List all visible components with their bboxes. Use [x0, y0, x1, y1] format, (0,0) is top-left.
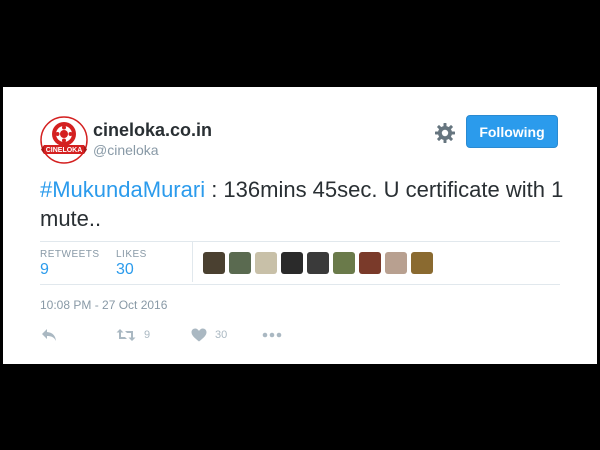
cineloka-logo-icon[interactable]: CINELOKA: [40, 116, 88, 164]
following-button[interactable]: Following: [466, 115, 558, 148]
liker-avatar-4[interactable]: [281, 252, 303, 274]
retweets-count[interactable]: 9: [40, 261, 49, 279]
liker-avatars: [203, 252, 433, 274]
reply-icon: [41, 328, 57, 342]
liker-avatar-6[interactable]: [333, 252, 355, 274]
display-name[interactable]: cineloka.co.in: [93, 120, 212, 141]
retweets-label: RETWEETS: [40, 249, 100, 260]
hashtag-link[interactable]: #MukundaMurari: [40, 177, 205, 202]
tweet-timestamp[interactable]: 10:08 PM - 27 Oct 2016: [40, 298, 167, 312]
retweet-count: 9: [144, 329, 151, 341]
more-icon: [262, 332, 282, 338]
liker-avatar-7[interactable]: [359, 252, 381, 274]
divider-bottom: [40, 284, 560, 285]
retweet-button[interactable]: 9: [116, 325, 150, 345]
heart-icon: [191, 328, 207, 342]
logo-wordmark: CINELOKA: [46, 147, 83, 154]
likes-count[interactable]: 30: [116, 261, 134, 279]
like-count: 30: [215, 329, 228, 341]
retweet-icon: [116, 328, 136, 342]
user-handle[interactable]: @cineloka: [93, 142, 159, 158]
gear-icon[interactable]: [433, 121, 457, 145]
liker-avatar-8[interactable]: [385, 252, 407, 274]
likes-label: LIKES: [116, 249, 147, 260]
liker-avatar-9[interactable]: [411, 252, 433, 274]
like-button[interactable]: 30: [191, 325, 227, 345]
reply-button[interactable]: [41, 325, 57, 345]
more-button[interactable]: [262, 325, 282, 345]
liker-avatar-5[interactable]: [307, 252, 329, 274]
stats-divider: [192, 242, 193, 282]
divider-top: [40, 241, 560, 242]
liker-avatar-2[interactable]: [229, 252, 251, 274]
tweet-text: #MukundaMurari : 136mins 45sec. U certif…: [40, 175, 580, 233]
tweet-card: CINELOKA cineloka.co.in @cineloka Follow…: [3, 87, 597, 364]
liker-avatar-3[interactable]: [255, 252, 277, 274]
liker-avatar-1[interactable]: [203, 252, 225, 274]
